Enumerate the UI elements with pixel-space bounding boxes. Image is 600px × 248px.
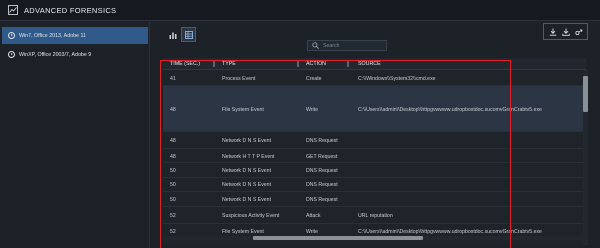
play-icon	[8, 32, 15, 39]
column-resize-handle[interactable]	[347, 61, 349, 67]
download-all-button[interactable]	[561, 27, 571, 37]
table-row[interactable]: 50 Network D N S Event DNS Request	[163, 178, 586, 192]
table-row[interactable]: 50 Network D N S Event DNS Request	[163, 163, 586, 178]
column-header-type[interactable]: TYPE	[222, 58, 236, 70]
title-bar: ADVANCED FORENSICS	[0, 0, 600, 21]
vertical-scroll-thumb[interactable]	[583, 76, 588, 112]
cell-action: DNS Request	[306, 168, 338, 174]
cell-type: Suspicious Activity Event	[222, 213, 280, 219]
cell-type: File System Event	[222, 107, 264, 113]
download-button[interactable]	[548, 27, 558, 37]
cell-time: 48	[170, 138, 176, 144]
view-toggle	[167, 27, 196, 42]
cell-type: File System Event	[222, 229, 264, 235]
cell-type: Process Event	[222, 76, 256, 82]
cell-action: Write	[306, 229, 319, 235]
cell-type: Network D N S Event	[222, 182, 272, 188]
cell-action: DNS Request	[306, 138, 338, 144]
cell-type: Network D N S Event	[222, 168, 272, 174]
forensics-chart-icon	[8, 5, 18, 15]
download-icon	[549, 28, 556, 36]
vertical-scrollbar[interactable]	[583, 70, 588, 245]
cell-action: GET Request	[306, 154, 338, 160]
bar-chart-icon	[169, 32, 176, 39]
table-row[interactable]: 52 Suspicious Activity Event Attack URL …	[163, 207, 586, 224]
column-resize-handle[interactable]	[213, 61, 215, 67]
table-row[interactable]: 52 File System Event Write C:\\Users\\ad…	[163, 224, 586, 244]
cell-action: Create	[306, 76, 322, 82]
cell-action: DNS Request	[306, 197, 338, 203]
cell-time: 52	[170, 213, 176, 219]
table-row[interactable]: 48 Network D N S Event DNS Request	[163, 132, 586, 149]
table-icon	[184, 30, 193, 39]
cell-time: 48	[170, 154, 176, 160]
share-icon	[574, 28, 582, 35]
share-button[interactable]	[574, 27, 584, 37]
table-view-button[interactable]	[181, 27, 196, 42]
column-header-action[interactable]: ACTION	[306, 58, 326, 70]
cell-source: C:\\Users\\admin\\Desktop\\httpgvwwww.ud…	[358, 229, 542, 235]
search-box	[307, 40, 387, 51]
app-title: ADVANCED FORENSICS	[24, 5, 117, 15]
cell-source: C:\\Users\\admin\\Desktop\\httpgvwwww.ud…	[358, 107, 542, 113]
download-all-icon	[561, 28, 570, 36]
play-icon	[8, 51, 15, 58]
cell-time: 50	[170, 168, 176, 174]
cell-type: Network H T T P Event	[222, 154, 275, 160]
cell-type: Network D N S Event	[222, 197, 272, 203]
sidebar: Win7, Office 2013, Adobe 11 WinXP, Offic…	[0, 22, 150, 248]
cell-action: DNS Request	[306, 182, 338, 188]
table-row[interactable]: 48 Network H T T P Event GET Request	[163, 149, 586, 163]
main-panel: TIME (SEC.) TYPE ACTION SOURCE 41 Proces…	[151, 22, 600, 248]
column-header-source[interactable]: SOURCE	[358, 58, 381, 70]
horizontal-scroll-thumb[interactable]	[253, 236, 423, 240]
table-row[interactable]: 50 Network D N S Event DNS Request	[163, 192, 586, 207]
search-input[interactable]	[323, 42, 383, 49]
table-header: TIME (SEC.) TYPE ACTION SOURCE	[163, 58, 586, 70]
column-header-time[interactable]: TIME (SEC.)	[170, 58, 200, 70]
sidebar-item-label: WinXP, Office 2003/7, Adobe 9	[19, 51, 92, 58]
sidebar-item-winxp[interactable]: WinXP, Office 2003/7, Adobe 9	[2, 46, 148, 63]
sidebar-item-win7[interactable]: Win7, Office 2013, Adobe 11	[2, 27, 148, 44]
cell-time: 50	[170, 182, 176, 188]
action-buttons	[543, 23, 588, 40]
cell-time: 50	[170, 197, 176, 203]
cell-type: Network D N S Event	[222, 138, 272, 144]
cell-time: 48	[170, 107, 176, 113]
sidebar-item-label: Win7, Office 2013, Adobe 11	[19, 32, 86, 39]
cell-action: Attack	[306, 213, 321, 219]
table-row[interactable]: 48 File System Event Write C:\\Users\\ad…	[163, 86, 586, 132]
cell-time: 52	[170, 229, 176, 235]
cell-action: Write	[306, 107, 319, 113]
chart-view-button[interactable]	[167, 29, 178, 40]
cell-time: 41	[170, 76, 176, 82]
column-resize-handle[interactable]	[297, 61, 299, 67]
events-table: TIME (SEC.) TYPE ACTION SOURCE 41 Proces…	[163, 58, 586, 244]
table-row[interactable]: 41 Process Event Create C:\\Windows\\Sys…	[163, 71, 586, 86]
search-icon	[312, 42, 319, 49]
cell-source: URL reputation	[358, 213, 393, 219]
horizontal-scrollbar[interactable]	[163, 236, 583, 240]
cell-source: C:\\Windows\\System32\\cmd.exe	[358, 76, 436, 82]
